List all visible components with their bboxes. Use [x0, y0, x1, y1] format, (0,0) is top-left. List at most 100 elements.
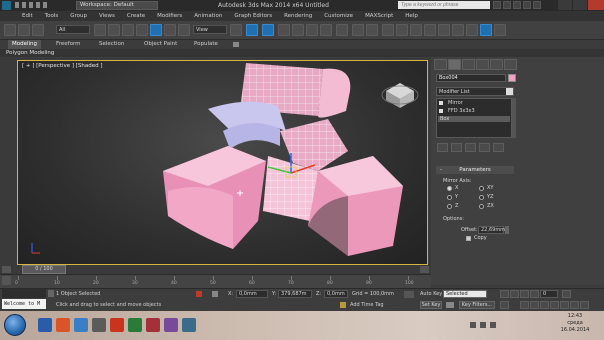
tray-volume-icon[interactable]	[480, 322, 486, 328]
perspective-viewport[interactable]: [ + ] [Perspective ] [Shaded ]	[17, 60, 428, 265]
help-icon[interactable]	[533, 1, 541, 9]
copy-checkbox[interactable]	[466, 236, 471, 241]
angle-snap-icon[interactable]	[292, 24, 304, 36]
axis-zx-radio[interactable]	[479, 204, 484, 209]
set-key-button[interactable]: Set Key	[420, 301, 442, 309]
named-selection-icon[interactable]	[336, 24, 348, 36]
show-end-result-icon[interactable]	[451, 143, 462, 152]
open-icon[interactable]	[22, 2, 26, 8]
folder-taskbar-icon[interactable]	[74, 318, 88, 332]
reference-coord-dropdown[interactable]: View	[193, 25, 227, 34]
menu-group[interactable]: Group	[70, 13, 87, 19]
stack-scrollbar[interactable]	[512, 98, 516, 138]
layer-manager-icon[interactable]	[382, 24, 394, 36]
timeline-prev-icon[interactable]	[2, 266, 11, 273]
app-taskbar-icon[interactable]	[92, 318, 106, 332]
percent-snap-icon[interactable]	[306, 24, 318, 36]
zoom-icon[interactable]	[520, 301, 529, 309]
zoom-all-icon[interactable]	[530, 301, 539, 309]
current-frame-field[interactable]: 0	[540, 290, 558, 298]
axis-yz-radio[interactable]	[479, 195, 484, 200]
create-tab-icon[interactable]	[434, 59, 447, 70]
redo-icon[interactable]	[43, 2, 47, 8]
y-coordinate-field[interactable]: 379,687m	[278, 290, 312, 298]
menu-help[interactable]: Help	[405, 13, 418, 19]
maximize-icon[interactable]	[573, 0, 587, 10]
unlink-icon[interactable]	[18, 24, 30, 36]
modifier-list-dropdown[interactable]: Modifier List	[436, 87, 514, 96]
bulb-icon[interactable]	[439, 101, 443, 105]
render-iterative-icon[interactable]	[494, 24, 506, 36]
menu-animation[interactable]: Animation	[194, 13, 222, 19]
rollout-collapse-icon[interactable]: -	[440, 166, 442, 174]
make-unique-icon[interactable]	[465, 143, 476, 152]
menu-create[interactable]: Create	[127, 13, 145, 19]
x-coordinate-field[interactable]: 0,0mm	[236, 290, 268, 298]
key-icon[interactable]	[446, 302, 454, 308]
utilities-tab-icon[interactable]	[504, 59, 517, 70]
auto-key-button[interactable]: Auto Key	[420, 291, 442, 297]
object-color-swatch[interactable]	[508, 74, 516, 82]
lock-selection-icon[interactable]	[196, 291, 202, 297]
offset-spinner[interactable]	[505, 226, 509, 234]
3dsmax-taskbar-icon[interactable]	[128, 318, 142, 332]
save-icon[interactable]	[29, 2, 33, 8]
select-object-icon[interactable]	[94, 24, 106, 36]
communication-icon[interactable]	[513, 1, 521, 9]
axis-x-radio[interactable]	[447, 186, 452, 191]
mini-curve-editor-icon[interactable]	[2, 276, 11, 285]
pdf-taskbar-icon[interactable]	[110, 318, 124, 332]
search-icon[interactable]	[493, 1, 501, 9]
menu-edit[interactable]: Edit	[22, 13, 33, 19]
render-production-icon[interactable]	[480, 24, 492, 36]
close-icon[interactable]	[588, 0, 604, 10]
media-taskbar-icon[interactable]	[56, 318, 70, 332]
tab-object-paint[interactable]: Object Paint	[140, 40, 181, 49]
rendered-frame-icon[interactable]	[466, 24, 478, 36]
tab-freeform[interactable]: Freeform	[52, 40, 85, 49]
axis-xy-radio[interactable]	[479, 186, 484, 191]
add-time-tag[interactable]: Add Time Tag	[350, 302, 384, 308]
tab-modeling[interactable]: Modeling	[8, 40, 42, 49]
key-mode-icon[interactable]	[404, 291, 414, 298]
display-tab-icon[interactable]	[490, 59, 503, 70]
play-icon[interactable]	[520, 290, 529, 298]
window-crossing-icon[interactable]	[136, 24, 148, 36]
next-frame-icon[interactable]	[530, 290, 539, 298]
maxscript-mini-listener[interactable]: Welcome to M	[2, 299, 46, 309]
select-and-move-icon[interactable]	[150, 24, 162, 36]
spinner-snap-icon[interactable]	[320, 24, 332, 36]
tab-populate[interactable]: Populate	[190, 40, 222, 49]
object-name-field[interactable]: Box004	[436, 74, 506, 82]
system-clock[interactable]: 12:43 среда 16.04.2014	[548, 313, 602, 334]
maxscript-listener-top[interactable]	[2, 289, 46, 298]
time-config-icon[interactable]	[500, 301, 509, 309]
key-filters-button[interactable]: Key Filters...	[459, 301, 495, 309]
scene-geometry[interactable]	[18, 61, 428, 265]
favorites-icon[interactable]	[523, 1, 531, 9]
time-slider-thumb[interactable]: 0 / 100	[22, 265, 66, 274]
rect-selection-icon[interactable]	[122, 24, 134, 36]
axis-z-radio[interactable]	[447, 204, 452, 209]
tray-language-icon[interactable]	[490, 322, 496, 328]
pin-stack-icon[interactable]	[437, 143, 448, 152]
align-icon[interactable]	[366, 24, 378, 36]
search-input[interactable]	[398, 1, 490, 9]
app3-taskbar-icon[interactable]	[182, 318, 196, 332]
curve-editor-icon[interactable]	[410, 24, 422, 36]
absolute-mode-icon[interactable]	[212, 291, 218, 297]
menu-graph-editors[interactable]: Graph Editors	[234, 13, 272, 19]
goto-start-icon[interactable]	[500, 290, 509, 298]
menu-maxscript[interactable]: MAXScript	[365, 13, 393, 19]
polygon-modeling-panel[interactable]: Polygon Modeling	[6, 49, 54, 57]
ribbon-options-icon[interactable]	[233, 42, 239, 47]
field-of-view-icon[interactable]	[550, 301, 559, 309]
pan-icon[interactable]	[560, 301, 569, 309]
select-by-name-icon[interactable]	[108, 24, 120, 36]
select-manipulate-icon[interactable]	[246, 24, 258, 36]
menu-modifiers[interactable]: Modifiers	[157, 13, 182, 19]
z-coordinate-field[interactable]: 0,0mm	[324, 290, 348, 298]
configure-sets-icon[interactable]	[493, 143, 504, 152]
snaps-toggle-icon[interactable]	[278, 24, 290, 36]
prev-frame-icon[interactable]	[510, 290, 519, 298]
